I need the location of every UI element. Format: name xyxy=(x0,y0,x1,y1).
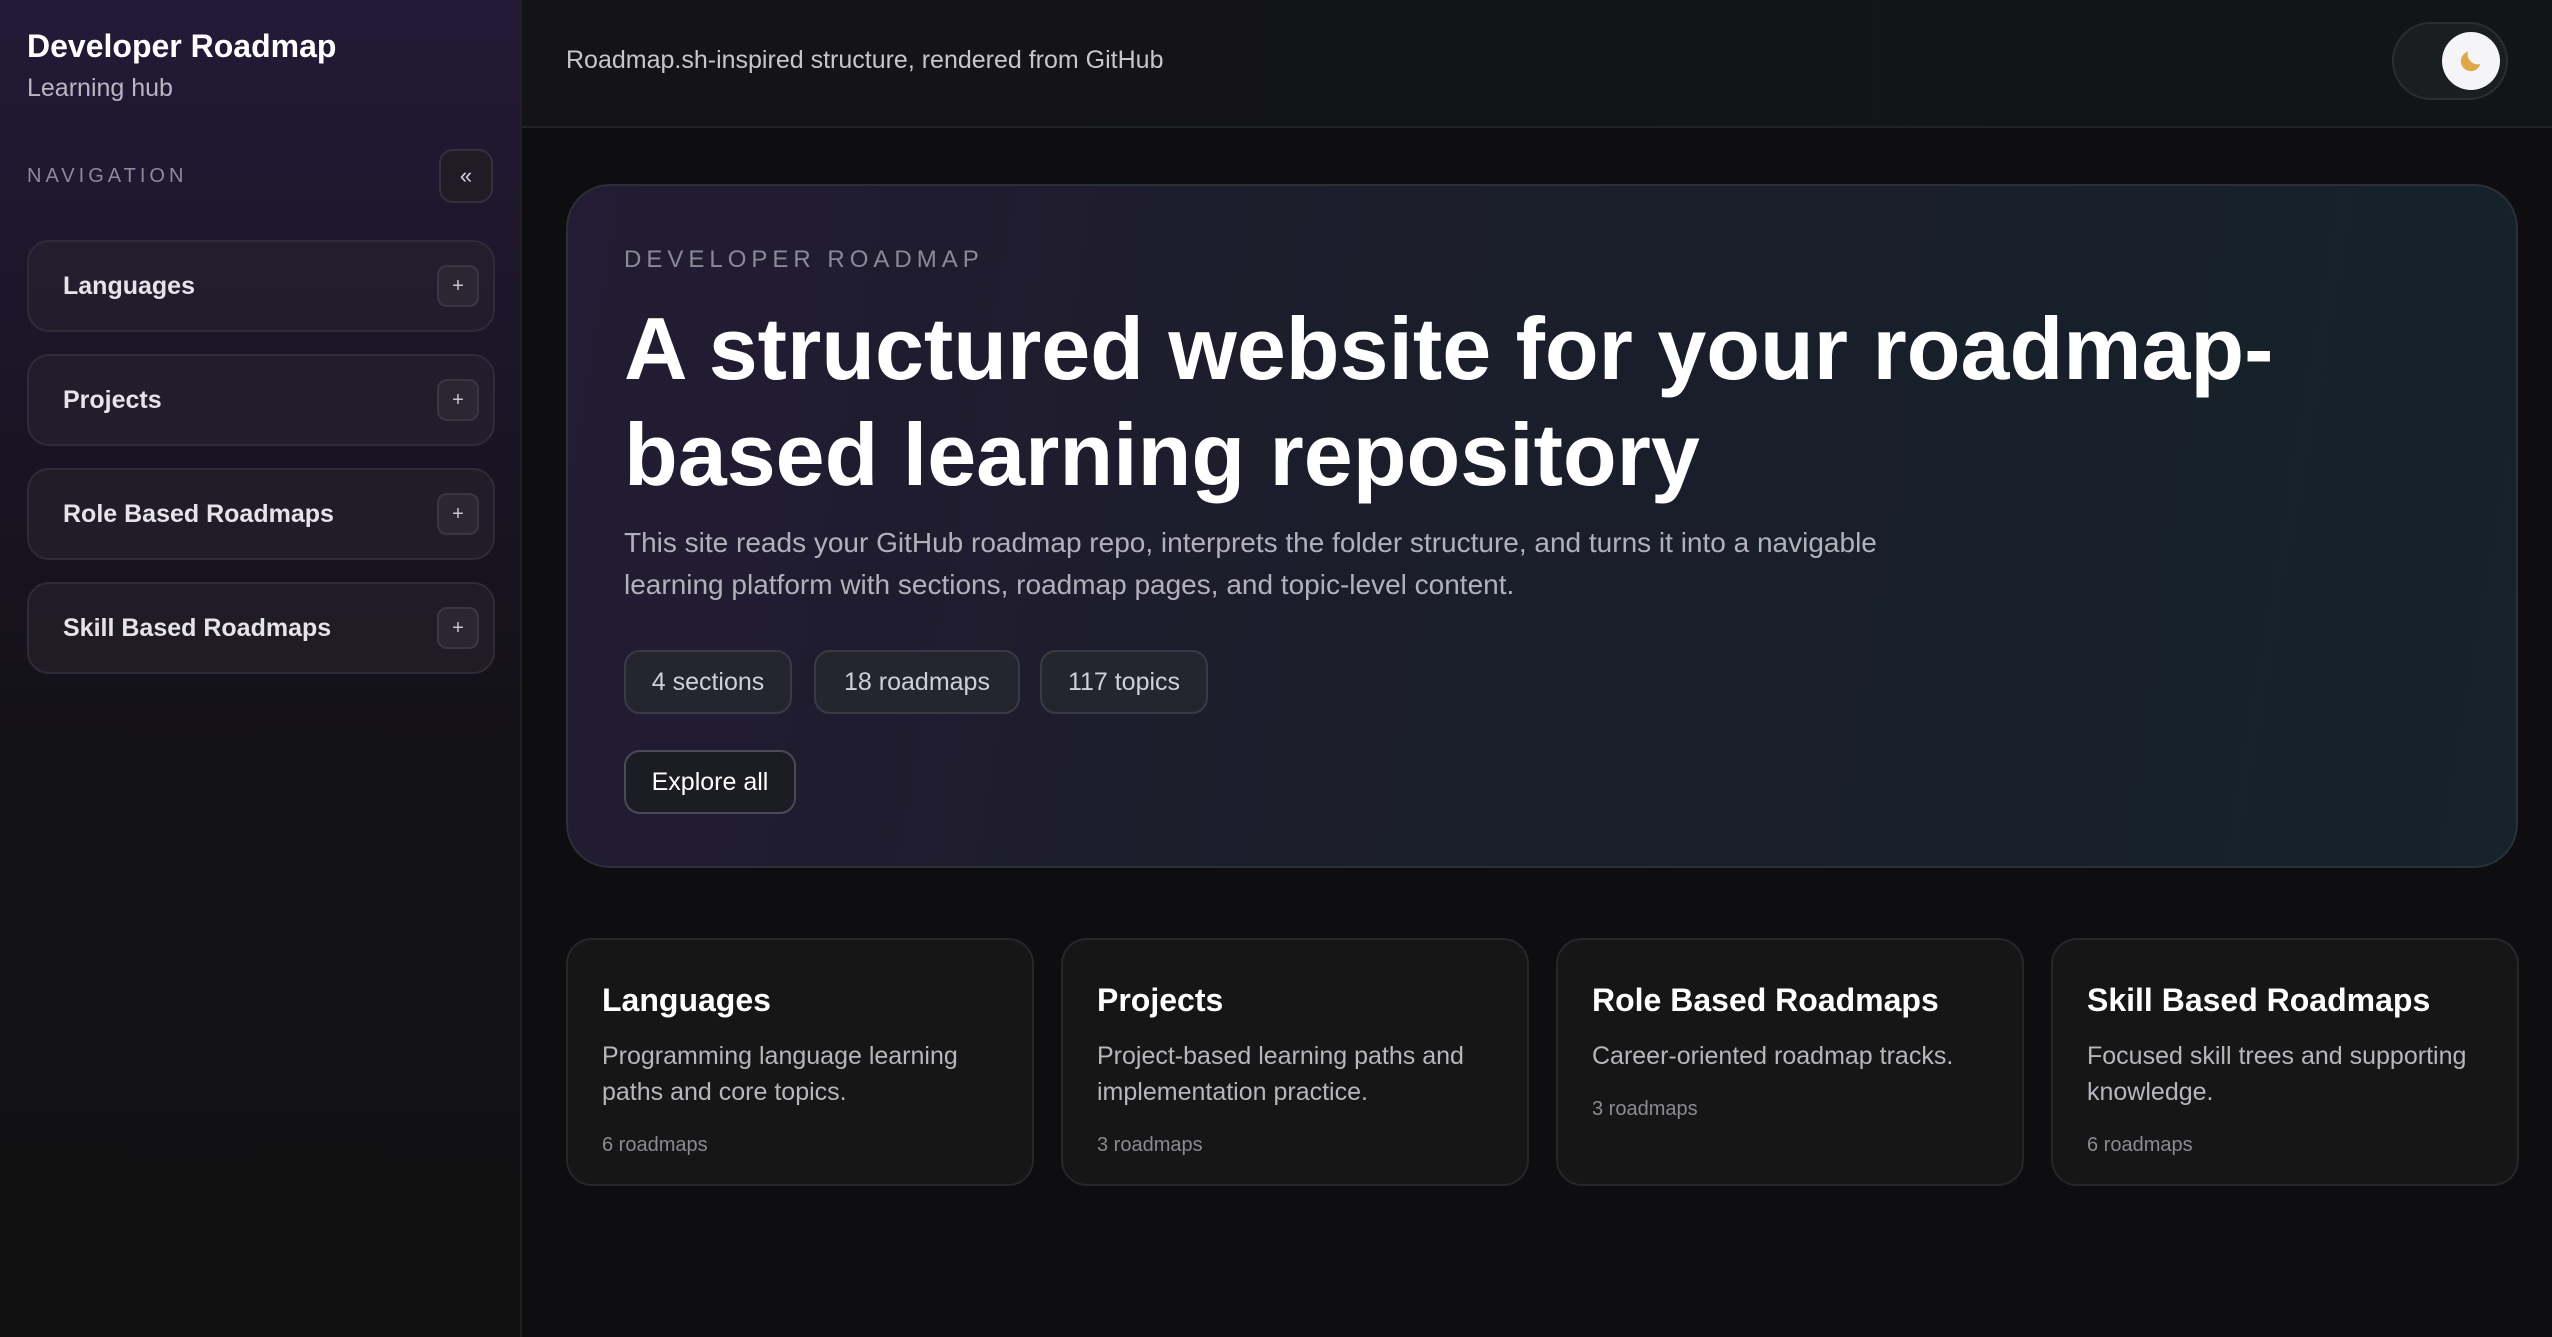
theme-toggle-knob[interactable] xyxy=(2442,32,2500,90)
stat-badge-topics: 117 topics xyxy=(1040,650,1208,714)
section-card-projects[interactable]: Projects Project-based learning paths an… xyxy=(1061,938,1529,1186)
card-roadmap-count: 6 roadmaps xyxy=(2087,1134,2193,1156)
brand-subtitle: Learning hub xyxy=(27,74,173,102)
card-title: Projects xyxy=(1097,982,1224,1018)
sidebar-item-role-based-roadmaps[interactable]: Role Based Roadmaps + xyxy=(27,468,495,560)
stat-badge-roadmaps: 18 roadmaps xyxy=(814,650,1020,714)
card-title: Role Based Roadmaps xyxy=(1592,982,1939,1018)
section-card-skill-based-roadmaps[interactable]: Skill Based Roadmaps Focused skill trees… xyxy=(2051,938,2519,1186)
sidebar-item-label: Languages xyxy=(63,272,195,300)
sidebar: Developer Roadmap Learning hub NAVIGATIO… xyxy=(0,0,522,1337)
card-title: Skill Based Roadmaps xyxy=(2087,982,2431,1018)
card-roadmap-count: 3 roadmaps xyxy=(1592,1098,1698,1120)
sidebar-item-label: Skill Based Roadmaps xyxy=(63,614,332,642)
sidebar-item-skill-based-roadmaps[interactable]: Skill Based Roadmaps + xyxy=(27,582,495,674)
section-card-languages[interactable]: Languages Programming language learning … xyxy=(566,938,1034,1186)
sidebar-item-languages[interactable]: Languages + xyxy=(27,240,495,332)
navigation-heading: NAVIGATION xyxy=(27,165,188,187)
brand-title[interactable]: Developer Roadmap xyxy=(27,28,336,65)
hero-panel: DEVELOPER ROADMAP A structured website f… xyxy=(566,184,2518,868)
hero-description: This site reads your GitHub roadmap repo… xyxy=(624,527,1877,600)
sidebar-item-label: Role Based Roadmaps xyxy=(63,500,334,528)
hero-eyebrow: DEVELOPER ROADMAP xyxy=(624,246,984,273)
sidebar-item-label: Projects xyxy=(63,386,162,414)
card-title: Languages xyxy=(602,982,771,1018)
sidebar-item-projects[interactable]: Projects + xyxy=(27,354,495,446)
explore-all-button[interactable]: Explore all xyxy=(624,750,796,814)
collapse-sidebar-button[interactable]: « xyxy=(439,149,493,203)
expand-plus-icon[interactable]: + xyxy=(437,493,479,535)
card-roadmap-count: 6 roadmaps xyxy=(602,1134,708,1156)
topbar: Roadmap.sh-inspired structure, rendered … xyxy=(522,0,2552,128)
expand-plus-icon[interactable]: + xyxy=(437,265,479,307)
expand-plus-icon[interactable]: + xyxy=(437,379,479,421)
card-description: Programming language learning paths and … xyxy=(602,1042,958,1106)
expand-plus-icon[interactable]: + xyxy=(437,607,479,649)
card-description: Project-based learning paths and impleme… xyxy=(1097,1042,1464,1106)
moon-icon xyxy=(2460,51,2481,72)
hero-title: A structured website for your roadmap-ba… xyxy=(624,299,2274,504)
theme-toggle[interactable] xyxy=(2392,22,2508,100)
card-roadmap-count: 3 roadmaps xyxy=(1097,1134,1203,1156)
topbar-tagline: Roadmap.sh-inspired structure, rendered … xyxy=(566,46,1164,74)
stat-badge-sections: 4 sections xyxy=(624,650,792,714)
double-chevron-left-icon: « xyxy=(459,163,473,188)
card-description: Focused skill trees and supporting knowl… xyxy=(2087,1042,2467,1106)
main-content: DEVELOPER ROADMAP A structured website f… xyxy=(522,128,2552,1337)
card-description: Career-oriented roadmap tracks. xyxy=(1592,1042,1954,1070)
section-card-role-based-roadmaps[interactable]: Role Based Roadmaps Career-oriented road… xyxy=(1556,938,2024,1186)
